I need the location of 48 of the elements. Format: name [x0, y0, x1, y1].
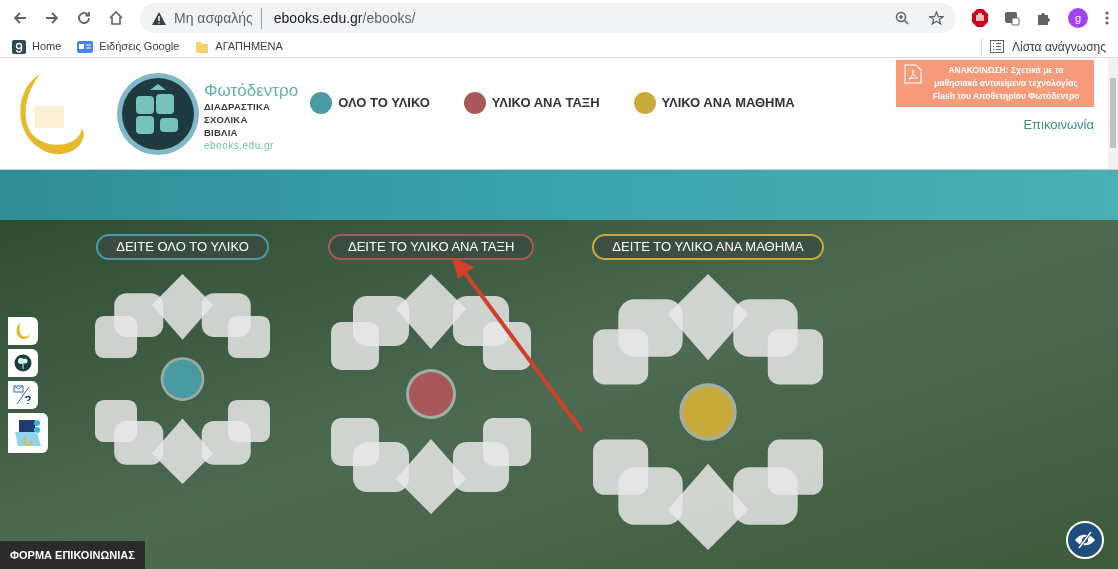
- section-button[interactable]: ΔΕΙΤΕ ΤΟ ΥΛΙΚΟ ΑΝΑ ΜΑΘΗΜΑ: [592, 234, 824, 260]
- menu-icon[interactable]: [1104, 10, 1110, 26]
- side-tab[interactable]: [8, 413, 48, 453]
- forward-icon[interactable]: [44, 10, 60, 26]
- brand-title: Φωτόδεντρο: [204, 82, 299, 100]
- side-tab[interactable]: [8, 381, 38, 409]
- tree-icon: [14, 354, 32, 372]
- eye-slash-icon: [1074, 531, 1096, 549]
- brand-subtitle: ΣΧΟΛΙΚΑ: [204, 113, 249, 126]
- address-bar[interactable]: Μη ασφαλής ebooks.edu.gr/ebooks/: [140, 3, 956, 33]
- bookmark-link[interactable]: Ειδήσεις Google: [99, 38, 180, 55]
- puzzle-icon[interactable]: [1036, 10, 1052, 26]
- contact-link[interactable]: Επικοινωνία: [1023, 115, 1094, 135]
- news-icon: [77, 39, 94, 54]
- star-icon[interactable]: [929, 10, 944, 26]
- bookmark-link[interactable]: Home: [32, 38, 62, 55]
- stop-hand-icon[interactable]: [972, 9, 988, 27]
- nav-link[interactable]: ΥΛΙΚΟ ΑΝΑ ΤΑΞΗ: [491, 93, 600, 113]
- zoom-icon[interactable]: [895, 11, 909, 25]
- scrollbar[interactable]: [1108, 58, 1118, 169]
- url-text: ebooks.edu.gr/ebooks/: [273, 8, 416, 28]
- profile-avatar[interactable]: g: [1068, 8, 1088, 28]
- crescent-icon: [15, 322, 31, 340]
- folder-icon: [13, 418, 43, 448]
- section-button[interactable]: ΔΕΙΤΕ ΟΛΟ ΤΟ ΥΛΙΚΟ: [96, 234, 269, 260]
- warning-icon: [152, 11, 166, 25]
- pdf-icon: [904, 64, 922, 84]
- tree-logo[interactable]: [116, 72, 200, 156]
- bookmark-link[interactable]: ΑΓΑΠΗΜΕΝΑ: [215, 38, 283, 55]
- reading-list-button[interactable]: Λίστα ανάγνωσης: [1011, 37, 1106, 56]
- extension-icon[interactable]: [1004, 10, 1020, 26]
- brand-subtitle: ΒΙΒΛΙΑ: [204, 126, 239, 139]
- back-icon[interactable]: [12, 10, 28, 26]
- reload-icon[interactable]: [76, 10, 92, 26]
- brand-domain: ebooks.edu.gr: [204, 139, 275, 152]
- side-tab[interactable]: [8, 349, 38, 377]
- mail-question-icon: [13, 385, 33, 405]
- nav-link[interactable]: ΟΛΟ ΤΟ ΥΛΙΚΟ: [338, 93, 430, 113]
- brand-subtitle: ΔΙΑΔΡΑΣΤΙΚΑ: [204, 100, 272, 113]
- nav-link[interactable]: ΥΛΙΚΟ ΑΝΑ ΜΑΘΗΜΑ: [661, 93, 795, 113]
- security-label: Μη ασφαλής: [174, 7, 262, 29]
- section-button[interactable]: ΔΕΙΤΕ ΤΟ ΥΛΙΚΟ ΑΝΑ ΤΑΞΗ: [328, 234, 535, 260]
- folder-icon: [195, 39, 210, 54]
- home-icon[interactable]: [108, 10, 124, 26]
- site-icon: [12, 39, 26, 54]
- announcement-text: ΑΝΑΚΟΙΝΩΣΗ: Σχετικά με τα μαθησιακά αντικείμενα τεχνολογίας Flash του Αποθετηρίου Φωτόδεντρο: [931, 64, 1081, 103]
- contact-form-button[interactable]: ΦΟΡΜΑ ΕΠΙΚΟΙΝΩΝΙΑΣ: [0, 541, 145, 569]
- list-icon: [989, 40, 1004, 53]
